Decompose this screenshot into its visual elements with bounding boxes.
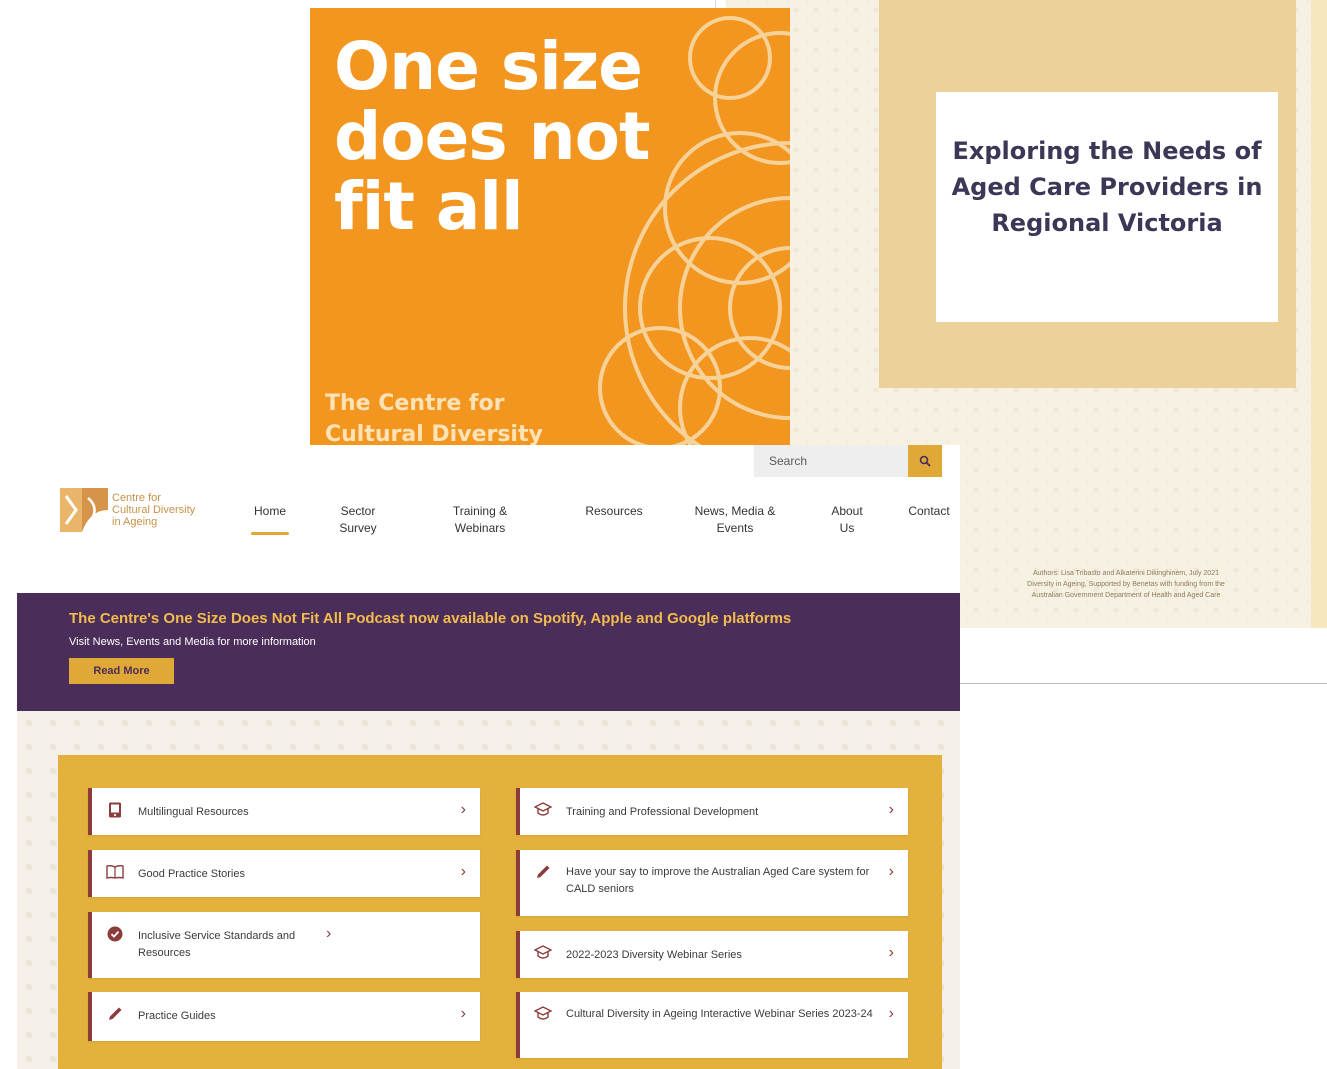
card-label: Multilingual Resources bbox=[138, 806, 249, 818]
banner-title: The Centre's One Size Does Not Fit All P… bbox=[69, 610, 792, 627]
podcast-title-line: fit all bbox=[334, 168, 524, 245]
pencil-icon bbox=[534, 863, 552, 881]
announcement-banner: The Centre's One Size Does Not Fit All P… bbox=[17, 593, 960, 711]
search-icon bbox=[919, 455, 931, 467]
search-input[interactable] bbox=[754, 445, 908, 477]
card-label: Training and Professional Development bbox=[566, 806, 759, 818]
card-inclusive-service-standards[interactable]: Inclusive Service Standards and Resource… bbox=[88, 912, 480, 978]
quick-links-panel: Multilingual Resources › Good Practice S… bbox=[58, 755, 942, 1069]
card-training-professional-development[interactable]: Training and Professional Development › bbox=[516, 788, 908, 835]
graduation-icon bbox=[534, 1005, 552, 1023]
card-practice-guides[interactable]: Practice Guides › bbox=[88, 992, 480, 1041]
card-label: Practice Guides bbox=[138, 1010, 216, 1022]
logo-text-line: in Ageing bbox=[112, 516, 158, 528]
podcast-tile: One size does not fit all The Centre for… bbox=[310, 8, 790, 445]
site-logo[interactable]: Centre for Cultural Diversity in Ageing bbox=[60, 488, 230, 532]
nav-home[interactable]: Home bbox=[247, 503, 293, 535]
search-bar bbox=[754, 445, 942, 477]
podcast-subtitle-line: The Centre for bbox=[325, 391, 505, 416]
chevron-right-icon: › bbox=[460, 801, 466, 818]
podcast-subtitle-line: Cultural Diversity bbox=[325, 422, 543, 445]
logo-mark-icon bbox=[60, 488, 108, 532]
report-edge-strip bbox=[1311, 0, 1327, 628]
chevron-right-icon: › bbox=[888, 863, 894, 880]
logo-text: Centre for Cultural Diversity in Ageing bbox=[112, 492, 195, 528]
logo-text-line: Cultural Diversity bbox=[112, 504, 196, 516]
report-credit-line: Authors: Lisa Tribasto and Alkaterini Di… bbox=[1033, 570, 1219, 577]
nav-sector-survey[interactable]: Sector Survey bbox=[331, 503, 385, 537]
nav-resources[interactable]: Resources bbox=[575, 503, 653, 520]
card-diversity-webinar-series[interactable]: 2022-2023 Diversity Webinar Series › bbox=[516, 931, 908, 978]
report-credit-line: Diversity in Ageing, Supported by Beneta… bbox=[1027, 581, 1225, 588]
website: Centre for Cultural Diversity in Ageing … bbox=[17, 445, 960, 1069]
logo-text-line: Centre for bbox=[112, 492, 161, 504]
search-button[interactable] bbox=[908, 445, 942, 477]
card-label: Cultural Diversity in Ageing Interactive… bbox=[566, 1008, 873, 1020]
chevron-right-icon: › bbox=[888, 801, 894, 818]
podcast-title-line: One size bbox=[334, 28, 643, 105]
card-good-practice-stories[interactable]: Good Practice Stories › bbox=[88, 850, 480, 897]
graduation-icon bbox=[534, 801, 552, 819]
chevron-right-icon: › bbox=[888, 1005, 894, 1022]
chevron-right-icon: › bbox=[460, 1005, 466, 1022]
report-credits: Authors: Lisa Tribasto and Alkaterini Di… bbox=[966, 568, 1286, 601]
nav-contact[interactable]: Contact bbox=[899, 503, 959, 520]
card-label: Have your say to improve the Australian … bbox=[566, 866, 870, 895]
card-interactive-webinar-series[interactable]: Cultural Diversity in Ageing Interactive… bbox=[516, 992, 908, 1058]
banner-subtitle: Visit News, Events and Media for more in… bbox=[69, 636, 316, 648]
phone-icon bbox=[106, 801, 124, 819]
card-have-your-say[interactable]: Have your say to improve the Australian … bbox=[516, 850, 908, 916]
card-multilingual-resources[interactable]: Multilingual Resources › bbox=[88, 788, 480, 835]
book-icon bbox=[106, 863, 124, 881]
podcast-title: One size does not fit all bbox=[334, 32, 774, 242]
podcast-subtitle: The Centre for Cultural Diversity bbox=[325, 388, 543, 445]
read-more-button[interactable]: Read More bbox=[69, 658, 174, 684]
card-label: 2022-2023 Diversity Webinar Series bbox=[566, 949, 742, 961]
chevron-right-icon: › bbox=[460, 863, 466, 880]
report-credit-line: Australian Government Department of Heal… bbox=[1031, 592, 1221, 599]
nav-about-us[interactable]: About Us bbox=[823, 503, 871, 537]
graduation-icon bbox=[534, 944, 552, 962]
nav-news-media-events[interactable]: News, Media & Events bbox=[683, 503, 787, 537]
card-label: Inclusive Service Standards and Resource… bbox=[138, 930, 296, 959]
podcast-title-line: does not bbox=[334, 98, 651, 175]
check-badge-icon bbox=[106, 925, 124, 943]
main-nav: Home Sector Survey Training & Webinars R… bbox=[235, 503, 950, 553]
nav-training-webinars[interactable]: Training & Webinars bbox=[447, 503, 513, 537]
pencil-icon bbox=[106, 1005, 124, 1023]
card-label: Good Practice Stories bbox=[138, 868, 245, 880]
chevron-right-icon: › bbox=[326, 925, 332, 942]
report-title: Exploring the Needs of Aged Care Provide… bbox=[951, 137, 1263, 237]
chevron-right-icon: › bbox=[888, 944, 894, 961]
